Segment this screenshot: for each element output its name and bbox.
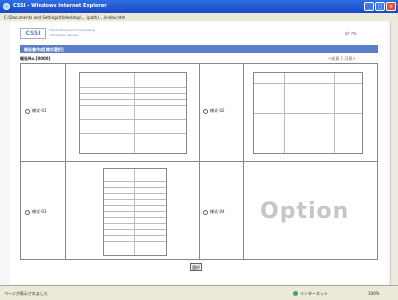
grid-divider-v — [199, 64, 200, 259]
form-thumbnail-01 — [79, 72, 187, 154]
radio-button[interactable] — [25, 209, 30, 215]
format-option-03[interactable]: 様式-03 — [25, 209, 47, 215]
brand-logo: CSSI — [20, 28, 46, 39]
page-header-bar: 報告書作成[様式選択] — [20, 45, 378, 53]
format-option-04[interactable]: 様式-04 — [203, 209, 225, 215]
maximize-button[interactable]: □ — [375, 2, 385, 11]
address-text: C:\Documents and Settings\tl\desktop\...… — [4, 15, 126, 20]
logout-link[interactable]: ﾛｸﾞｱｳﾄ — [345, 31, 357, 37]
grid-divider-v-left — [65, 64, 66, 259]
window-title: CSSI - Windows Internet Explorer — [13, 3, 107, 9]
window-controls: _ □ × — [364, 2, 396, 11]
format-label: 様式-02 — [210, 108, 225, 113]
pager[interactable]: <前頁 1 /2頁> — [328, 56, 356, 62]
window-titlebar: CSSI - Windows Internet Explorer _ □ × — [0, 0, 398, 13]
format-label: 様式-03 — [32, 209, 47, 214]
status-bar: ページが表示されました インターネット 100% — [0, 285, 398, 300]
brand-subtitle-1: The Professional of Computing — [49, 28, 95, 32]
zone-text: インターネット — [300, 291, 328, 296]
form-thumbnail-02 — [253, 72, 363, 154]
ie-icon — [3, 3, 10, 10]
vertical-scrollbar[interactable] — [390, 21, 398, 285]
zoom-level[interactable]: 100% — [368, 291, 379, 296]
brand-subtitle-2: Information Service — [49, 33, 79, 37]
web-page: CSSI The Professional of Computing Infor… — [10, 22, 388, 284]
radio-button[interactable] — [203, 108, 208, 114]
close-button[interactable]: × — [386, 2, 396, 11]
select-button[interactable]: 選択 — [190, 263, 202, 271]
option-placeholder: Option — [260, 199, 350, 224]
format-option-01[interactable]: 様式-01 — [25, 108, 47, 114]
format-label: 様式-04 — [210, 209, 225, 214]
minimize-button[interactable]: _ — [364, 2, 374, 11]
format-label: 様式-01 — [32, 108, 47, 113]
page-title: 報告書作成[様式選択] — [24, 47, 64, 52]
format-grid: 様式-01 様式-02 様式-03 様式-04 — [20, 63, 378, 260]
report-number: 報告No.[0000] — [20, 56, 51, 61]
form-thumbnail-03 — [103, 168, 167, 256]
internet-zone-icon — [293, 291, 298, 296]
radio-button[interactable] — [25, 108, 30, 114]
format-option-02[interactable]: 様式-02 — [203, 108, 225, 114]
status-text: ページが表示されました — [4, 291, 48, 296]
grid-divider-v-right — [243, 64, 244, 259]
radio-button[interactable] — [203, 209, 208, 215]
